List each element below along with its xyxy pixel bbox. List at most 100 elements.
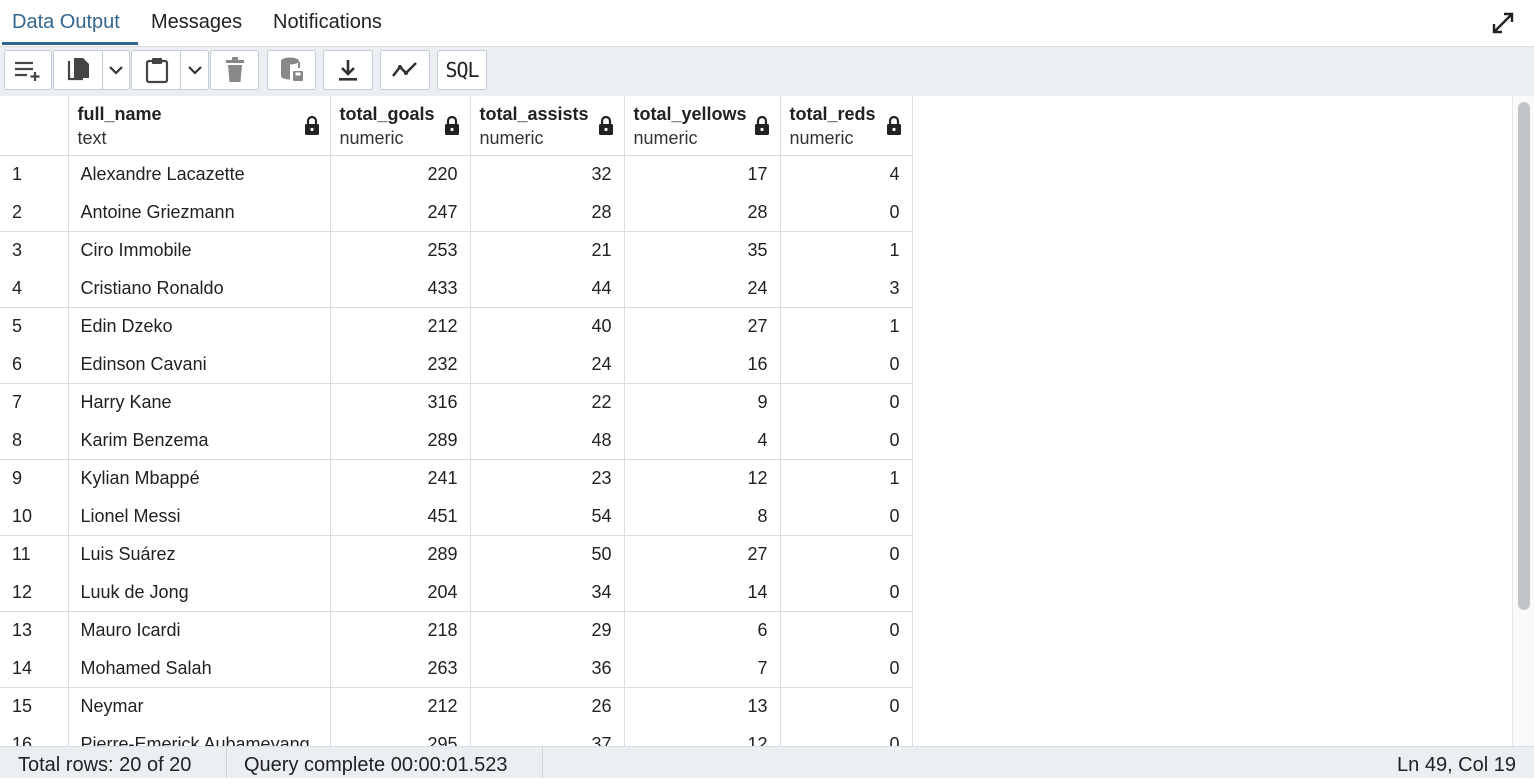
table-row[interactable]: 6 Edinson Cavani 232 24 16 0 — [0, 345, 913, 384]
full-name-cell[interactable]: Luuk de Jong — [68, 573, 331, 612]
column-header-total-reds[interactable]: total_reds numeric — [780, 96, 913, 156]
row-number-cell[interactable]: 16 — [0, 725, 69, 746]
total-yellows-cell[interactable]: 7 — [624, 649, 781, 688]
total-goals-cell[interactable]: 289 — [330, 421, 471, 460]
table-row[interactable]: 3 Ciro Immobile 253 21 35 1 — [0, 231, 913, 270]
full-name-cell[interactable]: Neymar — [68, 687, 331, 726]
total-yellows-cell[interactable]: 9 — [624, 383, 781, 422]
full-name-cell[interactable]: Mohamed Salah — [68, 649, 331, 688]
full-name-cell[interactable]: Karim Benzema — [68, 421, 331, 460]
total-goals-cell[interactable]: 263 — [330, 649, 471, 688]
total-yellows-cell[interactable]: 12 — [624, 725, 781, 746]
total-assists-cell[interactable]: 23 — [470, 459, 625, 498]
total-yellows-cell[interactable]: 27 — [624, 307, 781, 346]
table-row[interactable]: 16 Pierre-Emerick Aubameyang 295 37 12 0 — [0, 725, 913, 746]
graph-visualiser-button[interactable] — [380, 50, 430, 90]
copy-button[interactable] — [53, 50, 103, 90]
table-row[interactable]: 2 Antoine Griezmann 247 28 28 0 — [0, 193, 913, 232]
table-row[interactable]: 8 Karim Benzema 289 48 4 0 — [0, 421, 913, 460]
table-row[interactable]: 9 Kylian Mbappé 241 23 12 1 — [0, 459, 913, 498]
row-number-cell[interactable]: 5 — [0, 307, 69, 346]
full-name-cell[interactable]: Harry Kane — [68, 383, 331, 422]
total-yellows-cell[interactable]: 6 — [624, 611, 781, 650]
row-number-cell[interactable]: 1 — [0, 155, 69, 194]
total-reds-cell[interactable]: 0 — [780, 383, 913, 422]
row-number-cell[interactable]: 7 — [0, 383, 69, 422]
paste-options-dropdown[interactable] — [180, 50, 209, 90]
row-number-cell[interactable]: 8 — [0, 421, 69, 460]
total-yellows-cell[interactable]: 28 — [624, 193, 781, 232]
total-assists-cell[interactable]: 32 — [470, 155, 625, 194]
full-name-cell[interactable]: Pierre-Emerick Aubameyang — [68, 725, 331, 746]
add-row-button[interactable] — [4, 50, 52, 90]
total-reds-cell[interactable]: 0 — [780, 345, 913, 384]
full-name-cell[interactable]: Ciro Immobile — [68, 231, 331, 270]
column-header-total-goals[interactable]: total_goals numeric — [330, 96, 471, 156]
total-yellows-cell[interactable]: 4 — [624, 421, 781, 460]
sql-button[interactable]: SQL — [437, 50, 487, 90]
table-row[interactable]: 13 Mauro Icardi 218 29 6 0 — [0, 611, 913, 650]
full-name-cell[interactable]: Lionel Messi — [68, 497, 331, 536]
total-yellows-cell[interactable]: 12 — [624, 459, 781, 498]
total-reds-cell[interactable]: 0 — [780, 687, 913, 726]
total-goals-cell[interactable]: 433 — [330, 269, 471, 308]
total-assists-cell[interactable]: 34 — [470, 573, 625, 612]
vertical-scrollbar[interactable] — [1512, 96, 1534, 746]
row-number-cell[interactable]: 15 — [0, 687, 69, 726]
total-assists-cell[interactable]: 24 — [470, 345, 625, 384]
tab-messages[interactable]: Messages — [151, 0, 242, 44]
table-row[interactable]: 1 Alexandre Lacazette 220 32 17 4 — [0, 155, 913, 194]
total-yellows-cell[interactable]: 14 — [624, 573, 781, 612]
total-reds-cell[interactable]: 0 — [780, 573, 913, 612]
total-yellows-cell[interactable]: 24 — [624, 269, 781, 308]
total-assists-cell[interactable]: 48 — [470, 421, 625, 460]
total-yellows-cell[interactable]: 8 — [624, 497, 781, 536]
total-assists-cell[interactable]: 28 — [470, 193, 625, 232]
total-reds-cell[interactable]: 4 — [780, 155, 913, 194]
copy-options-dropdown[interactable] — [102, 50, 130, 90]
total-goals-cell[interactable]: 451 — [330, 497, 471, 536]
total-reds-cell[interactable]: 0 — [780, 611, 913, 650]
total-goals-cell[interactable]: 289 — [330, 535, 471, 574]
paste-button[interactable] — [131, 50, 181, 90]
total-assists-cell[interactable]: 29 — [470, 611, 625, 650]
full-name-cell[interactable]: Edin Dzeko — [68, 307, 331, 346]
total-assists-cell[interactable]: 22 — [470, 383, 625, 422]
total-reds-cell[interactable]: 0 — [780, 725, 913, 746]
total-reds-cell[interactable]: 0 — [780, 535, 913, 574]
total-assists-cell[interactable]: 44 — [470, 269, 625, 308]
row-number-header[interactable] — [0, 96, 69, 156]
table-row[interactable]: 14 Mohamed Salah 263 36 7 0 — [0, 649, 913, 688]
row-number-cell[interactable]: 14 — [0, 649, 69, 688]
total-reds-cell[interactable]: 3 — [780, 269, 913, 308]
table-row[interactable]: 11 Luis Suárez 289 50 27 0 — [0, 535, 913, 574]
total-assists-cell[interactable]: 50 — [470, 535, 625, 574]
full-name-cell[interactable]: Mauro Icardi — [68, 611, 331, 650]
total-goals-cell[interactable]: 247 — [330, 193, 471, 232]
column-header-full-name[interactable]: full_name text — [68, 96, 331, 156]
total-goals-cell[interactable]: 212 — [330, 687, 471, 726]
row-number-cell[interactable]: 13 — [0, 611, 69, 650]
table-row[interactable]: 10 Lionel Messi 451 54 8 0 — [0, 497, 913, 536]
row-number-cell[interactable]: 4 — [0, 269, 69, 308]
total-goals-cell[interactable]: 212 — [330, 307, 471, 346]
total-assists-cell[interactable]: 37 — [470, 725, 625, 746]
row-number-cell[interactable]: 12 — [0, 573, 69, 612]
delete-row-button[interactable] — [210, 50, 259, 90]
tab-notifications[interactable]: Notifications — [273, 0, 382, 44]
total-goals-cell[interactable]: 253 — [330, 231, 471, 270]
table-row[interactable]: 4 Cristiano Ronaldo 433 44 24 3 — [0, 269, 913, 308]
total-reds-cell[interactable]: 1 — [780, 307, 913, 346]
column-header-total-yellows[interactable]: total_yellows numeric — [624, 96, 781, 156]
full-name-cell[interactable]: Cristiano Ronaldo — [68, 269, 331, 308]
tab-data-output[interactable]: Data Output — [12, 0, 120, 44]
full-name-cell[interactable]: Antoine Griezmann — [68, 193, 331, 232]
total-goals-cell[interactable]: 316 — [330, 383, 471, 422]
total-goals-cell[interactable]: 218 — [330, 611, 471, 650]
row-number-cell[interactable]: 11 — [0, 535, 69, 574]
total-reds-cell[interactable]: 0 — [780, 193, 913, 232]
table-row[interactable]: 5 Edin Dzeko 212 40 27 1 — [0, 307, 913, 346]
total-yellows-cell[interactable]: 35 — [624, 231, 781, 270]
total-yellows-cell[interactable]: 27 — [624, 535, 781, 574]
full-name-cell[interactable]: Edinson Cavani — [68, 345, 331, 384]
